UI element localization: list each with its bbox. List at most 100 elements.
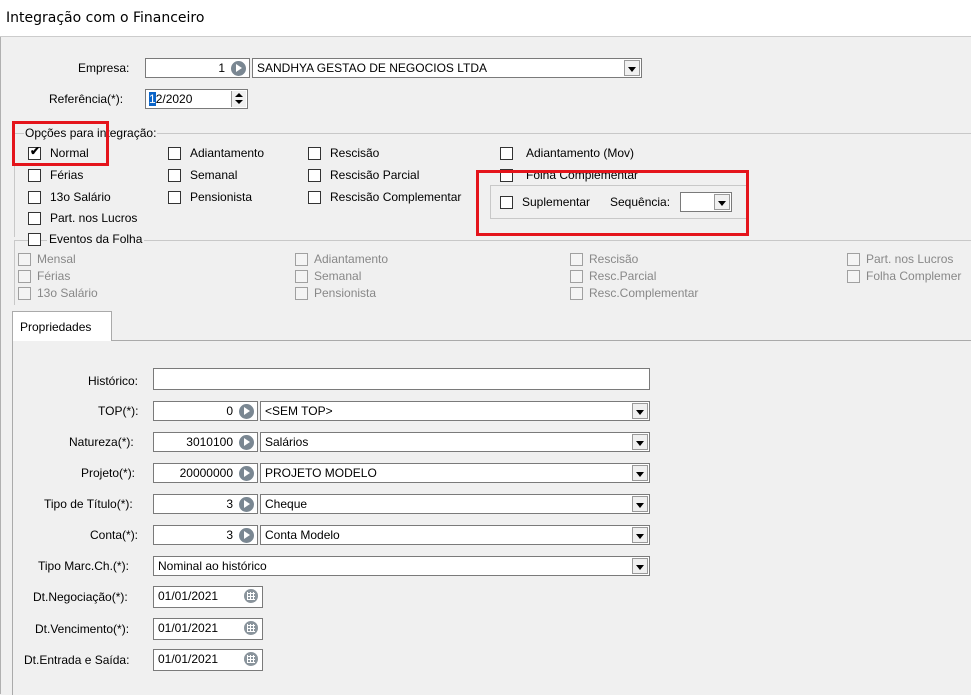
lookup-icon[interactable] [239, 528, 254, 543]
calendar-icon[interactable] [244, 621, 258, 635]
title-bar: Integração com o Financeiro [0, 0, 971, 37]
tipo-marc-label: Tipo Marc.Ch.(*): [38, 559, 129, 573]
historico-label: Histórico: [88, 374, 139, 388]
projeto-name-value: PROJETO MODELO [265, 466, 377, 480]
semanal-checkbox[interactable] [168, 169, 181, 182]
chevron-down-icon[interactable] [632, 496, 648, 512]
tipo-titulo-label: Tipo de Título(*): [44, 497, 133, 511]
ev-folha-complementar-label: Folha Complemer [866, 269, 962, 283]
referencia-label: Referência(*): [49, 92, 124, 106]
natureza-code-field[interactable]: 3010100 [153, 432, 258, 452]
calendar-icon[interactable] [244, 652, 258, 666]
ev-adiantamento-label: Adiantamento [314, 252, 389, 266]
empresa-code-value: 1 [218, 61, 225, 75]
ferias-label: Férias [50, 168, 84, 182]
salario13-label: 13o Salário [50, 190, 111, 204]
dt-entrada-field[interactable]: 01/01/2021 [153, 649, 263, 671]
tipo-titulo-code-field[interactable]: 3 [153, 494, 258, 514]
adiantamento-mov-label: Adiantamento (Mov) [526, 146, 635, 160]
dt-vencimento-field[interactable]: 01/01/2021 [153, 618, 263, 640]
lookup-icon[interactable] [231, 61, 246, 76]
propriedades-panel [12, 340, 971, 695]
natureza-name-value: Salários [265, 435, 309, 449]
empresa-name-combo[interactable]: SANDHYA GESTAO DE NEGOCIOS LTDA [252, 58, 642, 78]
rescisao-checkbox[interactable] [308, 147, 321, 160]
ev-ferias-label: Férias [37, 269, 71, 283]
ev-mensal-checkbox [18, 253, 31, 266]
top-code-field[interactable]: 0 [153, 401, 258, 421]
referencia-field[interactable]: 12/2020 [145, 89, 248, 109]
window-title: Integração com o Financeiro [6, 10, 205, 26]
ferias-checkbox[interactable] [28, 169, 41, 182]
empresa-name-value: SANDHYA GESTAO DE NEGOCIOS LTDA [257, 61, 488, 75]
chevron-down-icon[interactable] [632, 434, 648, 450]
natureza-label: Natureza(*): [69, 435, 134, 449]
tipo-titulo-name-value: Cheque [265, 497, 308, 511]
lookup-icon[interactable] [239, 435, 254, 450]
empresa-label: Empresa: [78, 61, 130, 75]
eventos-label: Eventos da Folha [47, 232, 145, 246]
pensionista-label: Pensionista [190, 190, 253, 204]
rescisao-complementar-checkbox[interactable] [308, 191, 321, 204]
top-name-value: <SEM TOP> [265, 404, 333, 418]
historico-input[interactable] [153, 368, 650, 390]
conta-label: Conta(*): [90, 528, 139, 542]
natureza-name-combo[interactable]: Salários [260, 432, 650, 452]
referencia-rest-text: 2/2020 [155, 92, 193, 106]
normal-highlight [12, 121, 109, 166]
pensionista-checkbox[interactable] [168, 191, 181, 204]
projeto-code-field[interactable]: 20000000 [153, 463, 258, 483]
eventos-checkbox[interactable] [28, 233, 41, 246]
projeto-name-combo[interactable]: PROJETO MODELO [260, 463, 650, 483]
ev-resc-parcial-checkbox [570, 270, 583, 283]
eventos-group [14, 240, 971, 305]
chevron-down-icon[interactable] [632, 558, 648, 574]
tipo-titulo-name-combo[interactable]: Cheque [260, 494, 650, 514]
calendar-icon[interactable] [244, 589, 258, 603]
adiantamento-label: Adiantamento [190, 146, 265, 160]
lucros-checkbox[interactable] [28, 212, 41, 225]
ev-resc-complementar-label: Resc.Complementar [589, 286, 699, 300]
rescisao-parcial-checkbox[interactable] [308, 169, 321, 182]
ev-pensionista-label: Pensionista [314, 286, 377, 300]
adiantamento-mov-checkbox[interactable] [500, 147, 513, 160]
ev-lucros-checkbox [847, 253, 860, 266]
suplementar-highlight [476, 170, 749, 236]
conta-code-field[interactable]: 3 [153, 525, 258, 545]
ev-lucros-label: Part. nos Lucros [866, 252, 954, 266]
tipo-marc-combo[interactable]: Nominal ao histórico [153, 556, 650, 576]
salario13-checkbox[interactable] [28, 191, 41, 204]
natureza-code-value: 3010100 [186, 435, 233, 449]
rescisao-label: Rescisão [330, 146, 380, 160]
ev-mensal-label: Mensal [37, 252, 76, 266]
conta-name-combo[interactable]: Conta Modelo [260, 525, 650, 545]
rescisao-complementar-label: Rescisão Complementar [330, 190, 462, 204]
dt-vencimento-value: 01/01/2021 [158, 621, 219, 635]
ev-adiantamento-checkbox [295, 253, 308, 266]
ev-ferias-checkbox [18, 270, 31, 283]
ev-semanal-checkbox [295, 270, 308, 283]
dt-entrada-value: 01/01/2021 [158, 652, 219, 666]
semanal-label: Semanal [190, 168, 238, 182]
ev-rescisao-label: Rescisão [589, 252, 639, 266]
ev-resc-complementar-checkbox [570, 287, 583, 300]
top-name-combo[interactable]: <SEM TOP> [260, 401, 650, 421]
ev-folha-complementar-checkbox [847, 270, 860, 283]
chevron-down-icon[interactable] [632, 527, 648, 543]
chevron-down-icon[interactable] [624, 60, 640, 76]
lookup-icon[interactable] [239, 466, 254, 481]
spin-icon[interactable] [231, 91, 246, 107]
lookup-icon[interactable] [239, 404, 254, 419]
top-label: TOP(*): [98, 404, 139, 418]
empresa-code-field[interactable]: 1 [145, 58, 250, 78]
chevron-down-icon[interactable] [632, 403, 648, 419]
dt-entrada-label: Dt.Entrada e Saída: [24, 653, 130, 667]
dt-negociacao-field[interactable]: 01/01/2021 [153, 586, 263, 608]
chevron-down-icon[interactable] [632, 465, 648, 481]
projeto-code-value: 20000000 [179, 466, 233, 480]
tab-propriedades[interactable]: Propriedades [12, 311, 112, 341]
ev-resc-parcial-label: Resc.Parcial [589, 269, 657, 283]
lucros-label: Part. nos Lucros [50, 211, 138, 225]
lookup-icon[interactable] [239, 497, 254, 512]
adiantamento-checkbox[interactable] [168, 147, 181, 160]
